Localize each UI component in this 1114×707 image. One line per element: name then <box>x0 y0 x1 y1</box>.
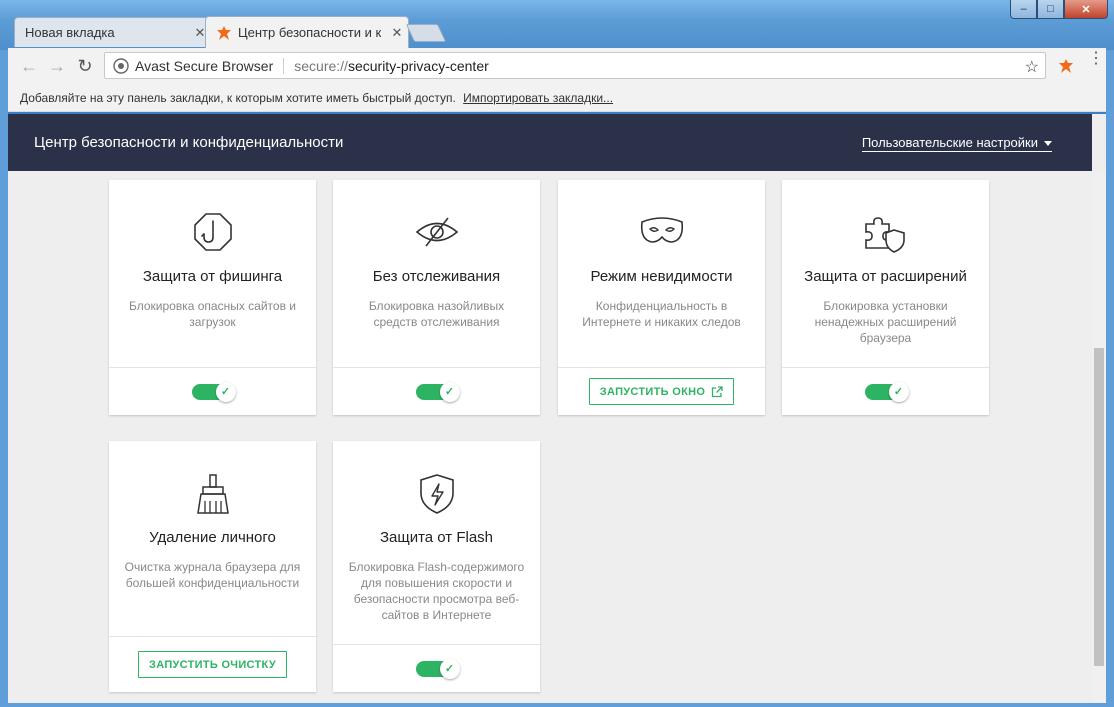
launch-window-button[interactable]: ЗАПУСТИТЬ ОКНО <box>588 378 735 405</box>
flash-toggle[interactable]: ✓ <box>415 658 460 679</box>
url-path: security-privacy-center <box>347 57 489 74</box>
card-footer: ✓ <box>109 367 316 415</box>
caret-down-icon <box>1044 141 1052 147</box>
phishing-toggle[interactable]: ✓ <box>191 381 236 402</box>
no-tracking-toggle[interactable]: ✓ <box>415 381 460 402</box>
puzzle-shield-icon <box>782 212 989 253</box>
check-icon: ✓ <box>888 381 909 402</box>
site-name: Avast Secure Browser <box>135 57 285 74</box>
url-scheme: secure:// <box>294 57 348 74</box>
check-icon: ✓ <box>439 381 460 402</box>
check-icon: ✓ <box>439 658 460 679</box>
reload-button[interactable]: ↻ <box>76 57 94 75</box>
check-icon: ✓ <box>215 381 236 402</box>
import-bookmarks-link[interactable]: Импортировать закладки... <box>463 91 613 105</box>
card-footer: ЗАПУСТИТЬ ОЧИСТКУ <box>109 636 316 692</box>
window-frame-right <box>1106 50 1114 707</box>
card-footer: ЗАПУСТИТЬ ОКНО <box>558 367 765 415</box>
page-content: Центр безопасности и конфиденциальности … <box>8 114 1106 703</box>
secure-site-icon <box>113 57 129 74</box>
card-description: Очистка журнала браузера для большей кон… <box>124 560 301 590</box>
card-incognito: Режим невидимости Конфиденциальность в И… <box>558 180 765 415</box>
brush-icon <box>109 473 316 514</box>
bookmarks-bar: Добавляйте на эту панель закладки, к кот… <box>8 84 1106 112</box>
forward-button[interactable]: → <box>48 57 66 75</box>
tab-title: Новая вкладка <box>25 25 115 40</box>
maximize-button[interactable]: □ <box>1037 0 1064 19</box>
card-title: Удаление личного <box>149 529 276 546</box>
tab-close-icon[interactable]: ✕ <box>386 25 408 41</box>
custom-settings-dropdown[interactable]: Пользовательские настройки <box>861 135 1052 152</box>
avast-logo-icon <box>216 25 232 41</box>
mask-icon <box>558 212 765 252</box>
card-title: Защита от фишинга <box>142 268 283 285</box>
card-title: Защита от расширений <box>804 268 967 285</box>
avast-extension-icon[interactable] <box>1058 58 1074 74</box>
bookmarks-hint: Добавляйте на эту панель закладки, к кот… <box>20 91 456 105</box>
tab-title: Центр безопасности и к <box>238 25 382 40</box>
card-title: Защита от Flash <box>379 529 494 546</box>
card-footer: ✓ <box>333 644 540 692</box>
card-description: Блокировка назойливых средств отслеживан… <box>368 299 505 329</box>
page-header: Центр безопасности и конфиденциальности … <box>8 114 1092 171</box>
url-text: secure://security-privacy-center <box>284 58 489 74</box>
minimize-button[interactable]: – <box>1010 0 1037 19</box>
card-flash-protection: Защита от Flash Блокировка Flash-содержи… <box>333 441 540 692</box>
card-description: Блокировка опасных сайтов и загрузок <box>128 299 296 329</box>
window-frame-left <box>0 50 8 707</box>
card-description: Конфиденциальность в Интернете и никаких… <box>582 299 741 329</box>
close-window-button[interactable]: ✕ <box>1064 0 1108 19</box>
flash-shield-icon <box>333 473 540 514</box>
card-description: Блокировка Flash-содержимого для повышен… <box>348 560 525 622</box>
eye-slash-icon <box>333 212 540 252</box>
menu-icon[interactable]: ⋮ <box>1088 51 1104 67</box>
launch-cleanup-button[interactable]: ЗАПУСТИТЬ ОЧИСТКУ <box>138 651 287 678</box>
card-footer: ✓ <box>333 367 540 415</box>
card-extensions: Защита от расширений Блокировка установк… <box>782 180 989 415</box>
tab-security-center[interactable]: Центр безопасности и к ✕ <box>205 16 409 48</box>
launch-window-label: ЗАПУСТИТЬ ОКНО <box>599 385 706 398</box>
phishing-hook-icon <box>109 212 316 252</box>
browser-toolbar: ← → ↻ Avast Secure Browser secure://secu… <box>8 48 1106 84</box>
card-no-tracking: Без отслеживания Блокировка назойливых с… <box>333 180 540 415</box>
card-phishing: Защита от фишинга Блокировка опасных сай… <box>109 180 316 415</box>
launch-cleanup-label: ЗАПУСТИТЬ ОЧИСТКУ <box>149 658 276 671</box>
card-title: Без отслеживания <box>372 268 501 285</box>
scrollbar-thumb[interactable] <box>1094 348 1104 666</box>
window-controls: – □ ✕ <box>1010 0 1108 20</box>
custom-settings-label: Пользовательские настройки <box>861 135 1038 150</box>
extensions-toggle[interactable]: ✓ <box>864 381 909 402</box>
bookmark-star-icon[interactable]: ☆ <box>1025 57 1039 77</box>
external-link-icon <box>711 385 723 398</box>
card-privacy-cleaner: Удаление личного Очистка журнала браузер… <box>109 441 316 692</box>
tab-new-tab[interactable]: Новая вкладка ✕ <box>14 17 212 47</box>
back-button[interactable]: ← <box>20 57 38 75</box>
window-frame-bottom <box>0 703 1114 707</box>
address-bar[interactable]: Avast Secure Browser secure://security-p… <box>104 52 1046 79</box>
card-title: Режим невидимости <box>590 268 733 285</box>
card-footer: ✓ <box>782 367 989 415</box>
page-title: Центр безопасности и конфиденциальности <box>34 134 344 151</box>
card-description: Блокировка установки ненадежных расширен… <box>814 299 957 345</box>
